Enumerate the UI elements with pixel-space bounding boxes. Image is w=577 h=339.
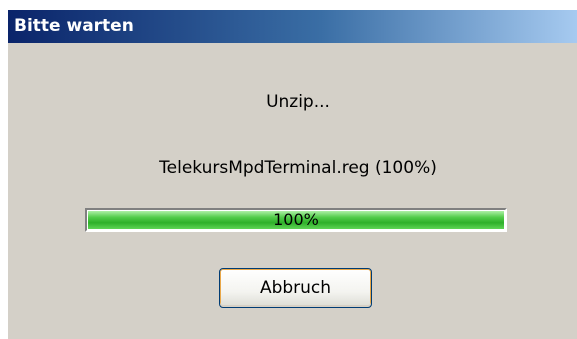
file-progress-message: TelekursMpdTerminal.reg (100%) <box>159 158 437 178</box>
progress-percent-label: 100% <box>273 210 319 229</box>
window-title: Bitte warten <box>14 16 134 36</box>
cancel-button[interactable]: Abbruch <box>219 268 372 308</box>
title-bar[interactable]: Bitte warten <box>8 10 577 43</box>
progress-bar: 100% <box>85 208 507 232</box>
progress-dialog: Bitte warten Unzip... TelekursMpdTermina… <box>7 9 577 339</box>
status-message: Unzip... <box>266 92 330 112</box>
